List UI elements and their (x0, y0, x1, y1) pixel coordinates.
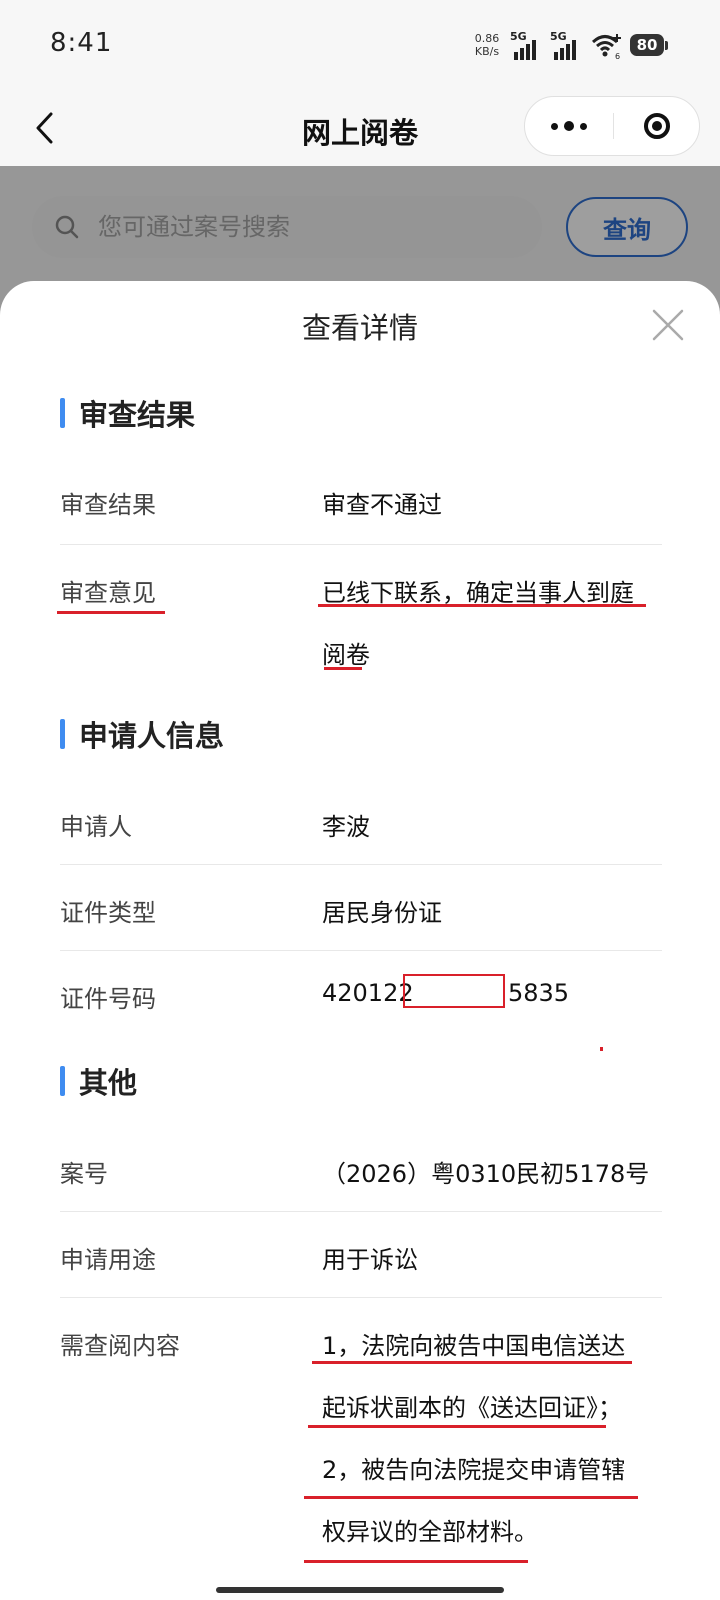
applicant-name-label: 申请人 (60, 813, 132, 841)
review-opinion-line2: 阅卷 (322, 641, 370, 669)
network-speed-value: 0.86 (474, 32, 500, 45)
content-line: 2，被告向法院提交申请管辖 (322, 1456, 626, 1484)
review-result-label: 审查结果 (60, 491, 156, 519)
battery-level: 80 (630, 34, 664, 56)
target-circle-icon (644, 113, 670, 139)
section-header-other: 其他 (60, 1064, 137, 1100)
review-opinion-line1: 已线下联系，确定当事人到庭 (322, 579, 634, 607)
close-icon[interactable] (648, 305, 688, 345)
purpose-value: 用于诉讼 (322, 1246, 418, 1274)
status-bar: 8:41 0.86 KB/s 5G 5G 6 80 (0, 0, 720, 92)
purpose-label: 申请用途 (60, 1246, 156, 1274)
status-icons: 0.86 KB/s 5G 5G 6 80 (470, 28, 668, 62)
network-speed-unit: KB/s (474, 45, 500, 58)
row-divider (60, 1211, 662, 1212)
section-title-applicant: 申请人信息 (79, 719, 225, 753)
status-time: 8:41 (50, 28, 113, 58)
annotation-underline (324, 667, 362, 670)
section-header-review: 审查结果 (60, 396, 195, 432)
section-header-applicant: 申请人信息 (60, 717, 224, 753)
signal-5g-icon-2: 5G (550, 30, 584, 60)
annotation-underline (318, 604, 646, 607)
content-label: 需查阅内容 (60, 1332, 180, 1360)
network-speed: 0.86 KB/s (470, 32, 504, 58)
id-type-value: 居民身份证 (322, 899, 442, 927)
row-divider (60, 1297, 662, 1298)
annotation-dot (600, 1047, 603, 1051)
id-number-label: 证件号码 (60, 985, 156, 1013)
applicant-name-value: 李波 (322, 813, 370, 841)
annotation-underline (308, 1425, 606, 1428)
detail-sheet: 查看详情 审查结果 审查结果 审查不通过 审查意见 已线下联系，确定当事人到庭 … (0, 281, 720, 1600)
annotation-underline (312, 1361, 632, 1364)
id-number-suffix: 5835 (508, 979, 570, 1007)
section-title-review: 审查结果 (79, 398, 196, 432)
wifi-badge: 6 (615, 52, 620, 60)
id-type-label: 证件类型 (60, 899, 156, 927)
row-divider (60, 544, 662, 545)
back-button[interactable] (24, 106, 64, 150)
home-indicator (216, 1587, 504, 1593)
section-accent-bar (60, 398, 65, 428)
chevron-left-icon (36, 112, 53, 144)
case-number-value: （2026）粤0310民初5178号 (322, 1160, 650, 1188)
signal-5g-icon: 5G (510, 30, 544, 60)
content-line: 起诉状副本的《送达回证》； (322, 1394, 622, 1422)
content-line: 1，法院向被告中国电信送达 (322, 1332, 626, 1360)
more-dots-icon (551, 122, 558, 130)
annotation-underline (304, 1496, 638, 1499)
case-number-label: 案号 (60, 1160, 108, 1188)
content-line: 权异议的全部材料。 (322, 1518, 538, 1546)
wifi-icon: 6 (591, 34, 621, 60)
nav-bar: 网上阅卷 (0, 92, 720, 166)
redaction-box (403, 974, 505, 1008)
id-number-prefix: 420122 (322, 979, 414, 1007)
review-result-value: 审查不通过 (322, 491, 442, 519)
battery-icon: 80 (630, 34, 668, 56)
annotation-underline (304, 1560, 528, 1563)
more-button[interactable] (525, 97, 613, 155)
annotation-underline (57, 611, 165, 614)
mini-program-capsule (524, 96, 700, 156)
review-opinion-label: 审查意见 (60, 579, 156, 607)
section-title-other: 其他 (79, 1066, 138, 1100)
sheet-title: 查看详情 (301, 311, 418, 345)
section-accent-bar (60, 1066, 65, 1096)
section-accent-bar (60, 719, 65, 749)
close-mini-program-button[interactable] (613, 97, 701, 155)
row-divider (60, 950, 662, 951)
row-divider (60, 864, 662, 865)
